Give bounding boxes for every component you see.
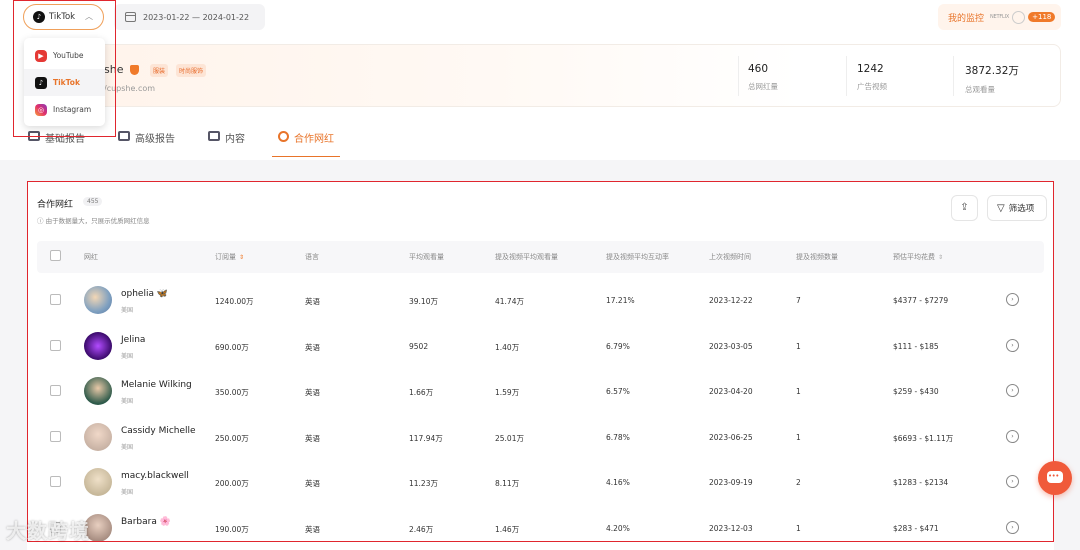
calendar-icon: [125, 12, 136, 22]
stat-divider: [953, 56, 954, 96]
stat-ad-videos: 1242 广告视频: [857, 63, 887, 92]
monitor-brand-avatar: [1012, 10, 1026, 24]
stat-divider: [738, 56, 739, 96]
report-icon: [118, 131, 130, 141]
content-icon: [208, 131, 220, 141]
highlight-box-platform: [13, 0, 116, 137]
tab-content[interactable]: 内容: [208, 125, 245, 157]
watermark: 大数跨境: [6, 519, 90, 543]
monitor-brand-logos: NETFLIX: [990, 14, 1010, 20]
stat-label: 总网红量: [748, 82, 778, 91]
tab-label: 合作网红: [294, 134, 334, 145]
user-icon: [278, 131, 289, 142]
monitor-label: 我的监控: [948, 13, 985, 24]
stat-total-influencers: 460 总网红量: [748, 63, 778, 92]
tab-partner-influencers[interactable]: 合作网红: [272, 125, 340, 157]
tab-label: 高级报告: [135, 134, 175, 145]
verified-shield-icon: [130, 65, 139, 75]
stat-total-views: 3872.32万 总观看量: [965, 63, 1019, 95]
brand-tag: 时尚服饰: [176, 64, 207, 77]
stat-label: 广告视频: [857, 82, 887, 91]
monitor-count-badge: +118: [1028, 12, 1056, 22]
tab-label: 内容: [225, 134, 245, 145]
date-range-label: 2023-01-22 — 2024-01-22: [143, 12, 250, 22]
stat-value: 3872.32万: [965, 65, 1019, 77]
my-monitor-button[interactable]: 我的监控 NETFLIX +118: [938, 4, 1061, 30]
brand-tag: 服装: [150, 64, 169, 77]
highlight-box-table: [27, 181, 1054, 542]
stat-divider: [846, 56, 847, 96]
date-range-picker[interactable]: 2023-01-22 — 2024-01-22: [114, 4, 265, 30]
stat-value: 1242: [857, 63, 884, 75]
tab-advanced-report[interactable]: 高级报告: [118, 125, 175, 157]
stat-label: 总观看量: [965, 85, 995, 94]
chat-button[interactable]: [1038, 461, 1072, 495]
stat-value: 460: [748, 63, 769, 75]
